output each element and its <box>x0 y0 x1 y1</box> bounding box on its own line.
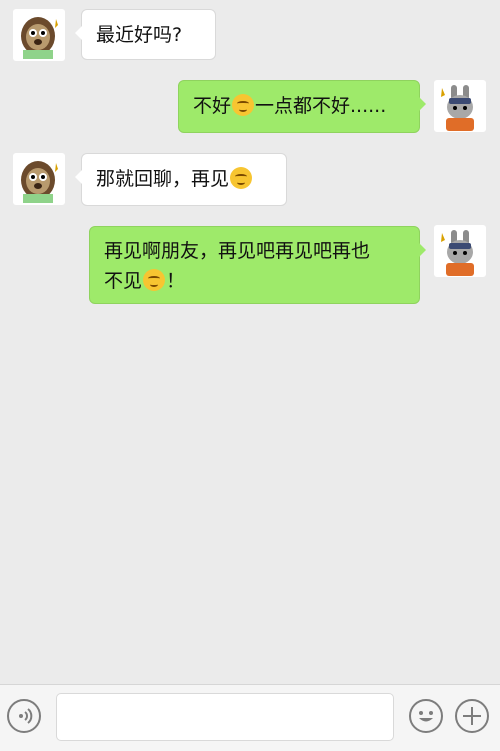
chat-area: 最近好吗? 不好 一点都不好...... 那就回聊，再见 再见啊朋友，再见吧再见… <box>0 0 500 684</box>
thinking-emoji-icon <box>232 94 255 116</box>
message-bubble-sent[interactable]: 再见啊朋友，再见吧再见吧再也 不见 ！ <box>89 226 426 304</box>
voice-icon[interactable] <box>7 699 41 733</box>
message-input[interactable] <box>56 693 394 741</box>
sloth-avatar-icon[interactable] <box>13 153 65 205</box>
message-text: 不好 <box>193 95 232 117</box>
emoji-smile-icon[interactable] <box>409 699 443 733</box>
thinking-emoji-icon <box>230 167 253 189</box>
message-text: 那就回聊，再见 <box>96 168 230 190</box>
input-bar <box>0 684 500 751</box>
plus-icon[interactable] <box>455 699 489 733</box>
message-bubble-sent[interactable]: 不好 一点都不好...... <box>178 80 426 133</box>
thinking-emoji-icon <box>143 269 166 291</box>
message-bubble-received[interactable]: 最近好吗? <box>75 9 216 60</box>
message-text: ！ <box>166 270 186 292</box>
message-text: 一点都不好...... <box>255 95 387 117</box>
message-text: 不见 <box>104 270 143 292</box>
message-bubble-received[interactable]: 那就回聊，再见 <box>75 153 287 206</box>
sloth-avatar-icon[interactable] <box>13 9 65 61</box>
rabbit-avatar-icon[interactable] <box>434 80 486 132</box>
message-text-line: 再见啊朋友，再见吧再见吧再也 <box>104 240 371 262</box>
rabbit-avatar-icon[interactable] <box>434 225 486 277</box>
message-text: 最近好吗? <box>96 24 183 46</box>
